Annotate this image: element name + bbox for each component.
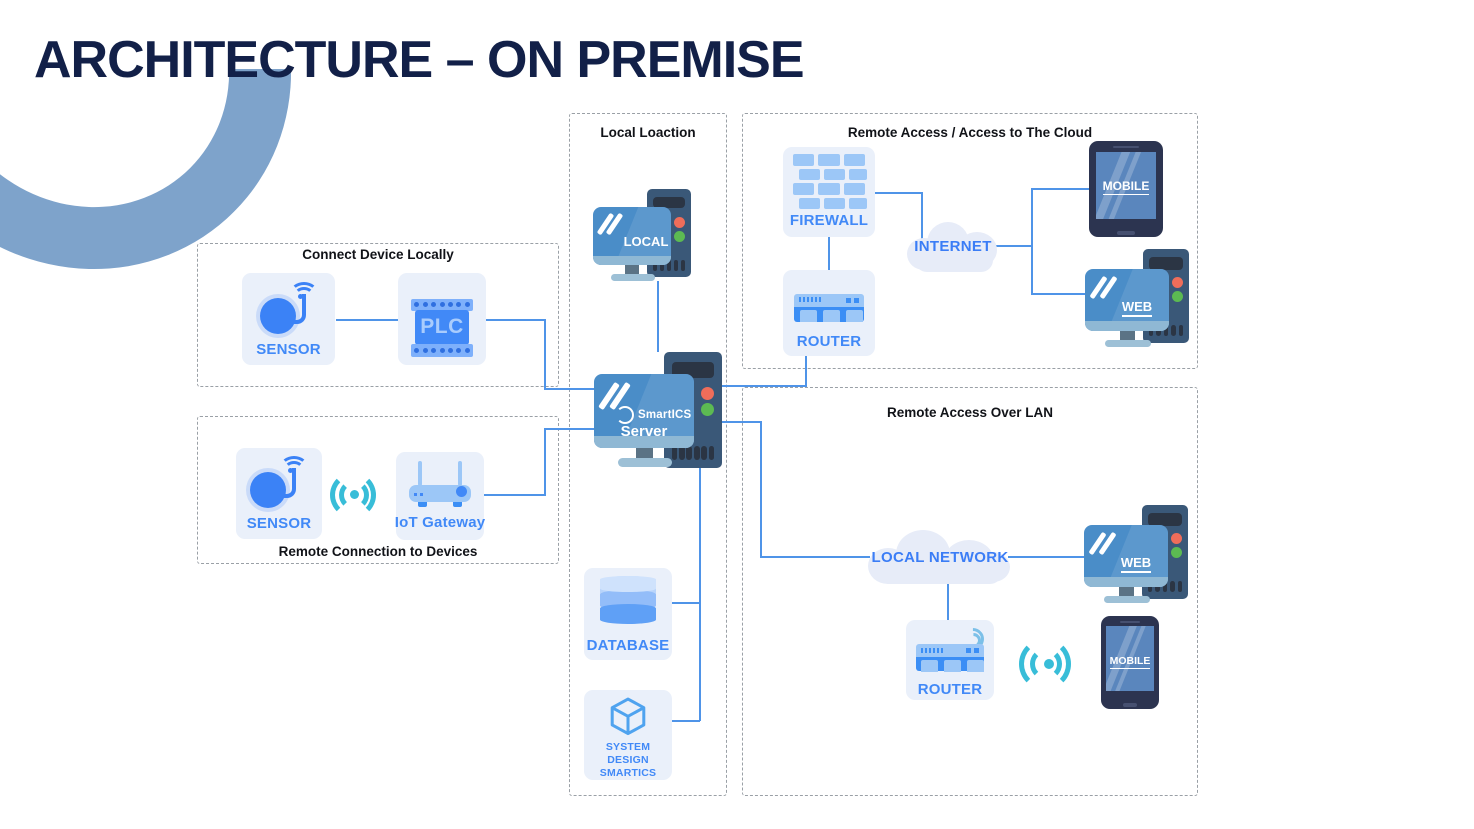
phone-home-button [1117,231,1135,235]
connector-gateway-right [484,494,546,496]
connector-firewall-right [875,192,923,194]
smartics-logo-icon [616,406,634,424]
connector-internet-to-web [1031,293,1085,295]
connector-internet-to-mobile [1031,188,1089,190]
wireless-signal-icon [1019,638,1077,690]
monitor-foot [611,274,655,281]
computer-monitor: WEB [1085,269,1169,331]
connector-server-to-router-h [722,385,807,387]
node-label-internet: INTERNET [914,237,992,255]
server-monitor: SmartICS Server [594,374,694,448]
node-label-firewall: FIREWALL [789,212,869,229]
node-label-router-lan: ROUTER [917,681,983,698]
wifi-icon [957,623,989,655]
phone-speaker [1112,145,1140,148]
firewall-icon [793,154,867,210]
page-title: ARCHITECTURE – ON PREMISE [34,31,805,89]
connector-server-to-lan-h1 [722,421,762,423]
node-label-database: DATABASE [586,637,670,654]
node-plc[interactable]: PLC [398,273,486,365]
connector-bus-db-to-cube [699,602,701,721]
connector-gateway-up [544,429,546,495]
server-monitor-foot [618,458,672,467]
node-firewall[interactable]: FIREWALL [783,147,875,237]
node-database[interactable]: DATABASE [584,568,672,660]
router-icon [916,623,989,681]
connector-lan-to-web [1008,556,1084,558]
node-label-mobile-cloud: MOBILE [1102,179,1150,196]
node-label-sensor-remote: SENSOR [246,515,312,532]
connector-internet-trunk [1031,188,1033,295]
connector-server-to-lan-v [760,421,762,558]
node-internet[interactable]: INTERNET [905,218,1001,274]
connector-bus-to-cube [670,720,700,722]
wireless-signal-icon [330,472,382,518]
computer-monitor: WEB [1084,525,1168,587]
node-label-web-cloud: WEB [1085,299,1169,317]
group-title-remote-access-lan: Remote Access Over LAN [886,405,1054,420]
phone-home-button [1123,703,1137,707]
phone-speaker [1119,620,1141,623]
node-system-design[interactable]: SYSTEM DESIGN SMARTICS [584,690,672,780]
monitor-foot [1105,340,1151,347]
connector-plc-down [544,319,546,389]
iot-gateway-icon [407,458,473,514]
group-title-local-location: Local Loaction [600,125,696,140]
server-brand: SmartICS [638,409,692,421]
connector-localpc-to-server [657,281,659,352]
node-iot-gateway[interactable]: IoT Gateway [394,452,486,540]
node-mobile-cloud[interactable]: MOBILE [1089,141,1163,237]
node-label-system-design-line2: SMARTICS [599,766,657,779]
node-label-iot-gateway: IoT Gateway [394,514,486,531]
cube-icon [610,697,646,736]
connector-sensor-to-plc [336,319,398,321]
group-title-connect-device-locally: Connect Device Locally [302,247,454,262]
connector-server-to-lan-h2 [760,556,870,558]
sensor-icon [244,456,314,512]
node-local-network[interactable]: LOCAL NETWORK [866,528,1014,586]
computer-monitor: LOCAL [593,207,671,265]
node-label-mobile-lan: MOBILE [1109,655,1151,670]
router-icon [794,280,864,332]
connector-plc-to-server [544,388,600,390]
node-mobile-lan[interactable]: MOBILE [1101,616,1159,709]
connector-server-down [699,468,701,603]
plc-core-label: PLC [414,310,470,345]
connector-plc-right [486,319,546,321]
monitor-foot [1104,596,1150,603]
node-label-web-lan: WEB [1084,555,1168,573]
node-router-lan[interactable]: ROUTER [906,620,994,700]
group-title-remote-connection-to-devices: Remote Connection to Devices [278,544,478,559]
sensor-icon [254,282,324,338]
node-sensor-local[interactable]: SENSOR [242,273,335,365]
node-web-cloud[interactable]: WEB [1085,249,1189,347]
node-label-local-network: LOCAL NETWORK [871,548,1009,566]
node-label-router-cloud: ROUTER [796,333,862,350]
node-sensor-remote[interactable]: SENSOR [236,448,322,539]
connector-bus-to-database [670,602,700,604]
group-title-remote-access-cloud: Remote Access / Access to The Cloud [847,125,1093,140]
database-icon [600,576,656,632]
node-label-system-design-line1: SYSTEM DESIGN [605,740,651,766]
node-local-pc[interactable]: LOCAL [593,189,691,281]
node-label-local-pc: LOCAL [623,234,669,249]
plc-icon: PLC [411,298,473,357]
node-server[interactable]: SmartICS Server [594,352,722,468]
node-web-lan[interactable]: WEB [1084,505,1188,603]
node-label-sensor-local: SENSOR [256,341,321,358]
node-router-cloud[interactable]: ROUTER [783,270,875,356]
